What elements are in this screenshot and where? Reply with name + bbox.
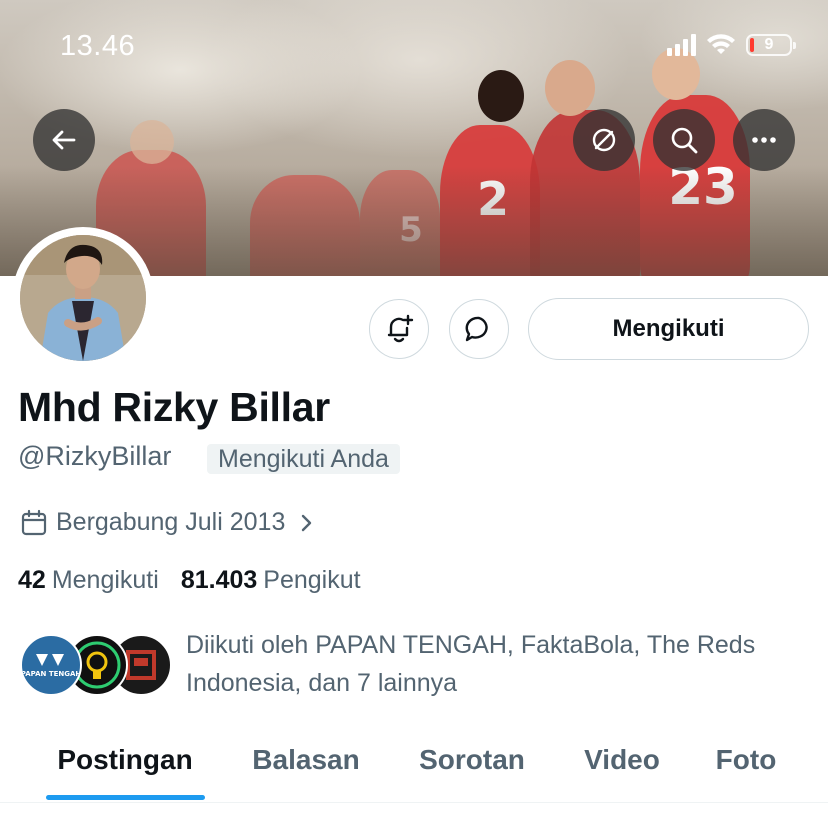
bell-plus-icon (387, 314, 414, 343)
more-icon (752, 137, 776, 143)
avatar-image (20, 235, 146, 361)
papan-tengah-logo-text: PAPAN TENGAH (22, 670, 80, 678)
calendar-icon (21, 509, 47, 535)
profile-tabs: Postingan Balasan Sorotan Video Foto (0, 720, 828, 803)
cellular-signal-icon (667, 34, 696, 56)
following-count: 42 (18, 566, 46, 594)
profile-name: Mhd Rizky Billar (18, 384, 330, 430)
followers-link[interactable]: 81.403 Pengikut (181, 566, 361, 595)
following-button[interactable]: Mengikuti (528, 298, 809, 360)
followed-by-avatars[interactable]: PAPAN TENGAH (20, 634, 172, 698)
no-translation-icon (592, 128, 616, 152)
tab-balasan[interactable]: Balasan (232, 720, 380, 800)
chevron-right-icon (302, 514, 312, 531)
following-link[interactable]: 42 Mengikuti (18, 566, 159, 595)
tab-foto[interactable]: Foto (698, 720, 794, 800)
banner-player (545, 60, 595, 116)
followers-count: 81.403 (180, 566, 258, 594)
profile-handle: @RizkyBillar (18, 441, 172, 471)
back-button[interactable] (33, 109, 95, 171)
battery-level: 9 (764, 36, 774, 53)
message-icon (465, 316, 488, 342)
profile-banner[interactable]: 2 23 5 13.46 9 (0, 0, 828, 276)
status-time: 13.46 (60, 30, 136, 62)
tab-postingan[interactable]: Postingan (34, 720, 216, 800)
joined-date[interactable]: Bergabung Juli 2013 (20, 508, 317, 537)
battery-icon: 9 (746, 34, 796, 56)
notify-button[interactable] (369, 299, 429, 359)
banner-player (130, 120, 174, 164)
followers-label: Pengikut (263, 566, 361, 594)
translate-toggle-button[interactable] (573, 109, 635, 171)
more-button[interactable] (733, 109, 795, 171)
follows-you-badge: Mengikuti Anda (207, 444, 400, 474)
followed-avatar-papan-tengah: PAPAN TENGAH (20, 634, 82, 696)
papan-tengah-logo: PAPAN TENGAH (22, 654, 80, 678)
followed-by-text[interactable]: Diikuti oleh PAPAN TENGAH, FaktaBola, Th… (186, 626, 806, 702)
tab-video[interactable]: Video (566, 720, 678, 800)
profile-avatar[interactable] (12, 227, 154, 369)
search-button[interactable] (653, 109, 715, 171)
message-button[interactable] (449, 299, 509, 359)
search-icon (671, 127, 698, 154)
banner-player (478, 70, 524, 122)
status-icons: 9 (667, 34, 796, 56)
joined-text: Bergabung Juli 2013 (56, 508, 286, 536)
active-tab-indicator (46, 795, 205, 800)
follow-stats: 42 Mengikuti 81.403 Pengikut (18, 566, 361, 595)
following-label: Mengikuti (51, 566, 159, 594)
wifi-icon (707, 34, 735, 54)
avatar-person-illustration (20, 235, 146, 361)
tab-sorotan[interactable]: Sorotan (400, 720, 544, 800)
arrow-left-icon (52, 130, 76, 150)
